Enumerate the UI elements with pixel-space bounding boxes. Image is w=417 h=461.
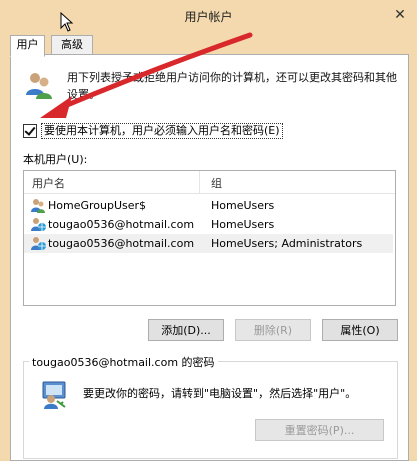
- reset-password-button[interactable]: 重置密码(P)...: [255, 419, 384, 441]
- add-user-button[interactable]: 添加(D)...: [148, 319, 224, 341]
- column-divider[interactable]: [199, 171, 200, 193]
- user-accounts-window: 用户帐户 ✕ 用户 高级 用下列表授予或拒绝用户访问你的计算机，还可以更改其密码…: [0, 0, 417, 461]
- properties-button[interactable]: 属性(O): [322, 319, 398, 341]
- user-icon: [31, 199, 45, 213]
- require-login-label[interactable]: 要使用本计算机，用户必须输入用户名和密码(E): [41, 123, 283, 139]
- require-login-row[interactable]: 要使用本计算机，用户必须输入用户名和密码(E): [23, 123, 283, 139]
- user-group-cell: HomeUsers; Administrators: [211, 237, 363, 250]
- user-name-cell: HomeGroupUser$: [48, 199, 147, 212]
- user-list[interactable]: 用户名 组 HomeGroupUser$ HomeUsers tougao053…: [23, 170, 396, 306]
- user-group-cell: HomeUsers: [211, 199, 275, 212]
- password-hint-text: 要更改你的密码，请转到"电脑设置"，然后选择"用户"。: [83, 387, 357, 400]
- password-groupbox: [23, 361, 398, 459]
- column-header-group[interactable]: 组: [211, 175, 222, 191]
- require-login-checkbox[interactable]: [23, 124, 37, 138]
- password-group-title: tougao0536@hotmail.com 的密码: [29, 354, 218, 370]
- user-name-cell: tougao0536@hotmail.com: [48, 218, 195, 231]
- user-globe-icon: [31, 218, 46, 231]
- close-icon[interactable]: ✕: [391, 6, 409, 24]
- user-list-label: 本机用户(U):: [23, 153, 88, 166]
- mouse-cursor-icon: [60, 12, 74, 32]
- list-header: 用户名 组: [24, 171, 395, 194]
- table-row[interactable]: tougao0536@hotmail.com HomeUsers: [24, 215, 393, 234]
- table-row[interactable]: tougao0536@hotmail.com HomeUsers; Admini…: [24, 234, 393, 253]
- user-password-icon: [42, 381, 66, 409]
- column-header-username[interactable]: 用户名: [32, 175, 65, 191]
- tab-advanced[interactable]: 高级: [51, 35, 93, 56]
- user-name-cell: tougao0536@hotmail.com: [48, 237, 195, 250]
- users-icon: [26, 73, 52, 99]
- users-tab-panel: 用下列表授予或拒绝用户访问你的计算机，还可以更改其密码和其他设置。 要使用本计算…: [10, 54, 409, 461]
- table-row[interactable]: HomeGroupUser$ HomeUsers: [24, 196, 393, 215]
- user-globe-icon: [31, 237, 46, 250]
- tab-users[interactable]: 用户: [10, 35, 45, 57]
- description-text: 用下列表授予或拒绝用户访问你的计算机，还可以更改其密码和其他设置。: [67, 71, 397, 101]
- user-group-cell: HomeUsers: [211, 218, 275, 231]
- remove-user-button[interactable]: 删除(R): [235, 319, 311, 341]
